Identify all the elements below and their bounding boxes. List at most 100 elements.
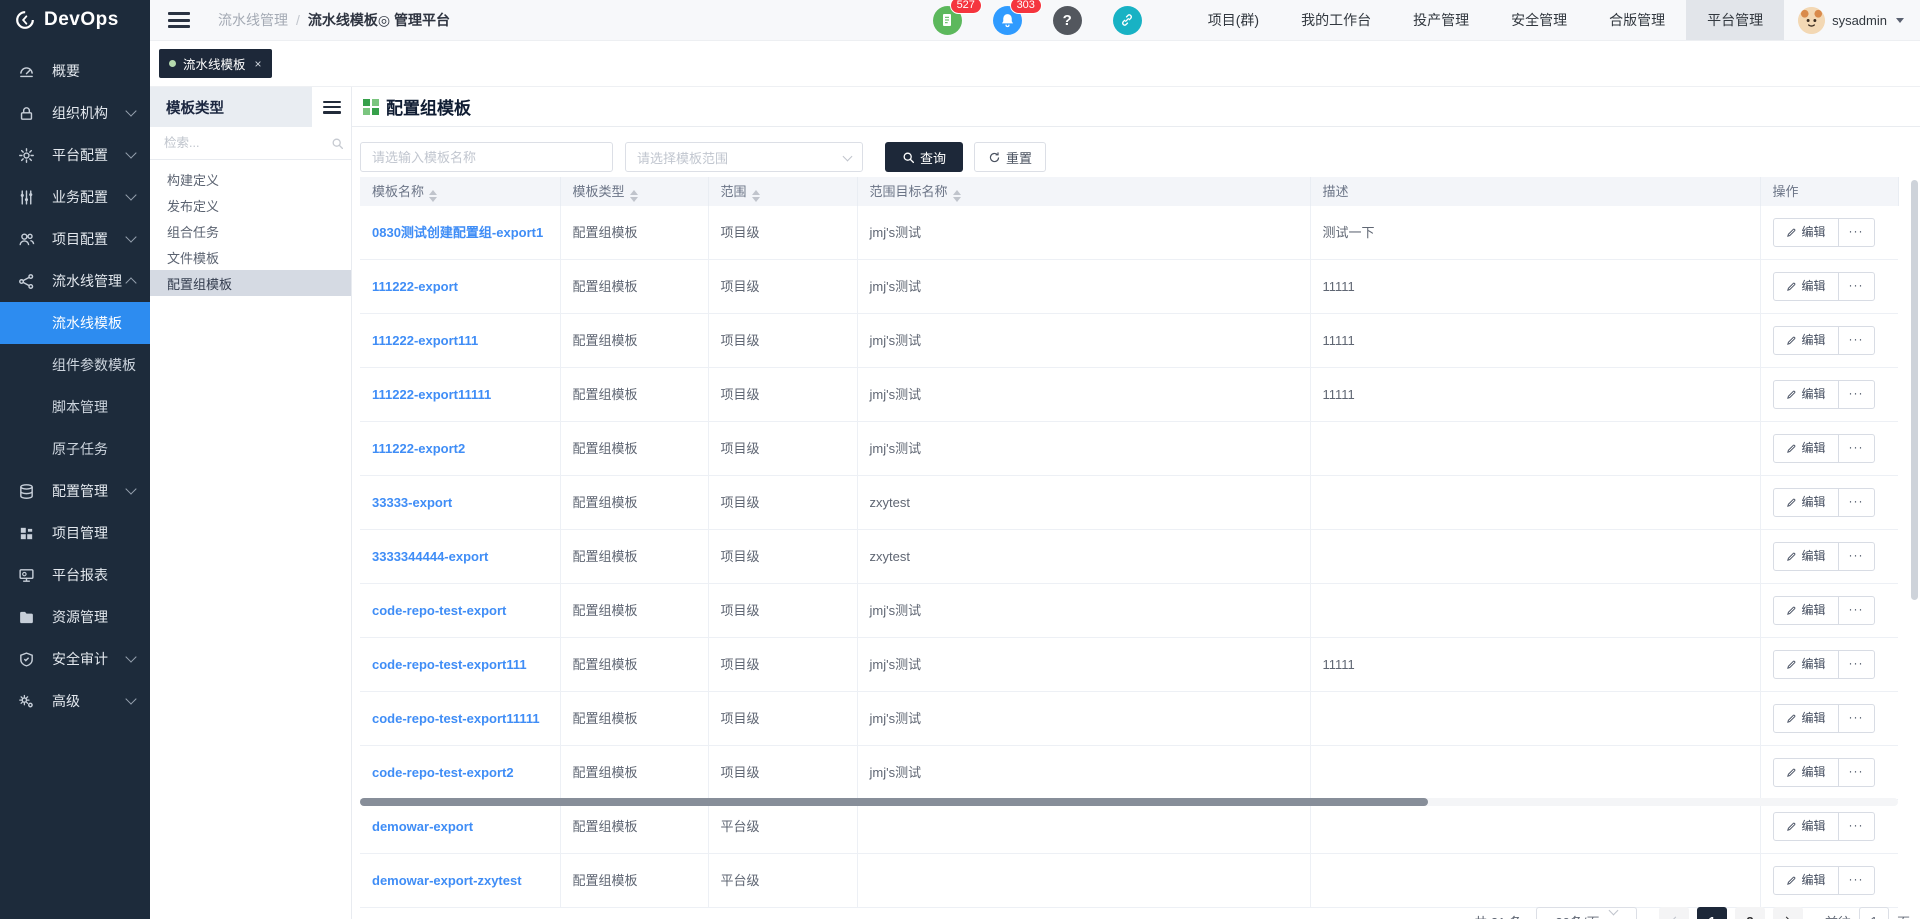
more-actions-button[interactable]: ···: [1839, 273, 1874, 300]
sidebar-item[interactable]: 原子任务: [0, 428, 150, 470]
more-actions-button[interactable]: ···: [1839, 543, 1874, 570]
edit-button[interactable]: 编辑: [1774, 705, 1839, 732]
template-type-item[interactable]: 组合任务: [150, 218, 351, 244]
template-name-link[interactable]: demowar-export-zxytest: [372, 873, 522, 888]
reset-button[interactable]: 重置: [974, 142, 1046, 172]
sidebar-item[interactable]: 项目配置: [0, 218, 150, 260]
top-nav-item[interactable]: 投产管理: [1392, 0, 1490, 40]
goto-page-input[interactable]: [1859, 907, 1889, 919]
template-type-item[interactable]: 构建定义: [150, 166, 351, 192]
sidebar-item[interactable]: 流水线管理: [0, 260, 150, 302]
template-name-link[interactable]: demowar-export: [372, 819, 473, 834]
more-actions-button[interactable]: ···: [1839, 381, 1874, 408]
sidebar-item[interactable]: 组织机构: [0, 92, 150, 134]
template-name-link[interactable]: 111222-export111: [372, 333, 478, 348]
sort-carets-icon[interactable]: [953, 190, 961, 202]
more-actions-button[interactable]: ···: [1839, 867, 1874, 894]
more-actions-button[interactable]: ···: [1839, 813, 1874, 840]
edit-button[interactable]: 编辑: [1774, 813, 1839, 840]
edit-button[interactable]: 编辑: [1774, 759, 1839, 786]
more-actions-button[interactable]: ···: [1839, 705, 1874, 732]
top-nav-item[interactable]: 安全管理: [1490, 0, 1588, 40]
search-button[interactable]: 查询: [885, 142, 963, 172]
sidebar-toggle-icon[interactable]: [168, 12, 190, 28]
edit-button[interactable]: 编辑: [1774, 327, 1839, 354]
messages-icon[interactable]: 527: [933, 6, 962, 35]
edit-button[interactable]: 编辑: [1774, 273, 1839, 300]
template-type-item[interactable]: 文件模板: [150, 244, 351, 270]
edit-button[interactable]: 编辑: [1774, 597, 1839, 624]
sidebar-item[interactable]: 平台配置: [0, 134, 150, 176]
edit-button[interactable]: 编辑: [1774, 219, 1839, 246]
top-nav-item[interactable]: 平台管理: [1686, 0, 1784, 40]
quick-link-icon[interactable]: [1113, 6, 1142, 35]
sidebar-item[interactable]: 配置管理: [0, 470, 150, 512]
table-column-header[interactable]: 模板名称: [360, 177, 560, 206]
help-icon[interactable]: ?: [1053, 6, 1082, 35]
template-name-link[interactable]: 111222-export11111: [372, 387, 491, 402]
prev-page-button[interactable]: [1659, 907, 1689, 919]
vertical-scrollbar-thumb[interactable]: [1911, 180, 1918, 600]
template-name-link[interactable]: 0830测试创建配置组-export1: [372, 225, 543, 240]
app-logo[interactable]: DevOps: [0, 0, 150, 41]
template-type-item[interactable]: 配置组模板: [150, 270, 351, 296]
edit-button[interactable]: 编辑: [1774, 651, 1839, 678]
template-name-link[interactable]: code-repo-test-export11111: [372, 711, 540, 726]
breadcrumb-parent[interactable]: 流水线管理: [218, 10, 288, 30]
more-actions-button[interactable]: ···: [1839, 651, 1874, 678]
sidebar-item[interactable]: 平台报表: [0, 554, 150, 596]
top-nav-item[interactable]: 合版管理: [1588, 0, 1686, 40]
edit-button[interactable]: 编辑: [1774, 489, 1839, 516]
edit-button[interactable]: 编辑: [1774, 543, 1839, 570]
template-name-input[interactable]: [360, 142, 613, 172]
more-actions-button[interactable]: ···: [1839, 489, 1874, 516]
table-column-header[interactable]: 范围: [708, 177, 857, 206]
panel-collapse-button[interactable]: [312, 87, 351, 127]
sidebar-item[interactable]: 项目管理: [0, 512, 150, 554]
edit-button[interactable]: 编辑: [1774, 435, 1839, 462]
page-number-button[interactable]: 1: [1697, 907, 1727, 919]
template-name-link[interactable]: 3333344444-export: [372, 549, 488, 564]
table-column-header[interactable]: 描述: [1310, 177, 1760, 206]
template-scope-select[interactable]: 请选择模板范围: [625, 142, 863, 172]
user-menu[interactable]: sysadmin: [1784, 7, 1920, 34]
template-name-link[interactable]: code-repo-test-export: [372, 603, 506, 618]
more-actions-button[interactable]: ···: [1839, 435, 1874, 462]
top-nav-item[interactable]: 项目(群): [1187, 0, 1280, 40]
sidebar-item[interactable]: 业务配置: [0, 176, 150, 218]
sidebar-item[interactable]: 高级: [0, 680, 150, 722]
tab-close-icon[interactable]: ×: [255, 57, 262, 71]
table-column-header[interactable]: 操作: [1760, 177, 1898, 206]
template-name-link[interactable]: code-repo-test-export2: [372, 765, 514, 780]
top-nav-item[interactable]: 我的工作台: [1280, 0, 1392, 40]
horizontal-scrollbar-thumb[interactable]: [360, 798, 1428, 806]
more-actions-button[interactable]: ···: [1839, 759, 1874, 786]
panel-search-input[interactable]: [164, 136, 325, 150]
sidebar-item[interactable]: 安全审计: [0, 638, 150, 680]
sidebar-item[interactable]: 流水线模板: [0, 302, 150, 344]
template-type-item[interactable]: 发布定义: [150, 192, 351, 218]
more-actions-button[interactable]: ···: [1839, 327, 1874, 354]
template-name-link[interactable]: code-repo-test-export111: [372, 657, 527, 672]
sidebar-item[interactable]: 脚本管理: [0, 386, 150, 428]
edit-button[interactable]: 编辑: [1774, 381, 1839, 408]
sort-carets-icon[interactable]: [630, 190, 638, 202]
table-column-header[interactable]: 模板类型: [560, 177, 708, 206]
more-actions-button[interactable]: ···: [1839, 219, 1874, 246]
next-page-button[interactable]: [1773, 907, 1803, 919]
more-actions-button[interactable]: ···: [1839, 597, 1874, 624]
template-name-link[interactable]: 33333-export: [372, 495, 452, 510]
notifications-icon[interactable]: 303: [993, 6, 1022, 35]
template-name-link[interactable]: 111222-export2: [372, 441, 465, 456]
sort-carets-icon[interactable]: [429, 190, 437, 202]
table-column-header[interactable]: 范围目标名称: [857, 177, 1310, 206]
page-number-button[interactable]: 2: [1735, 907, 1765, 919]
edit-button[interactable]: 编辑: [1774, 867, 1839, 894]
sidebar-item[interactable]: 概要: [0, 50, 150, 92]
page-size-select[interactable]: 20条/页: [1536, 907, 1637, 919]
tab-pipeline-template[interactable]: 流水线模板 ×: [159, 49, 272, 78]
sidebar-item[interactable]: 资源管理: [0, 596, 150, 638]
sidebar-item[interactable]: 组件参数模板: [0, 344, 150, 386]
sort-carets-icon[interactable]: [752, 190, 760, 202]
template-name-link[interactable]: 111222-export: [372, 279, 458, 294]
